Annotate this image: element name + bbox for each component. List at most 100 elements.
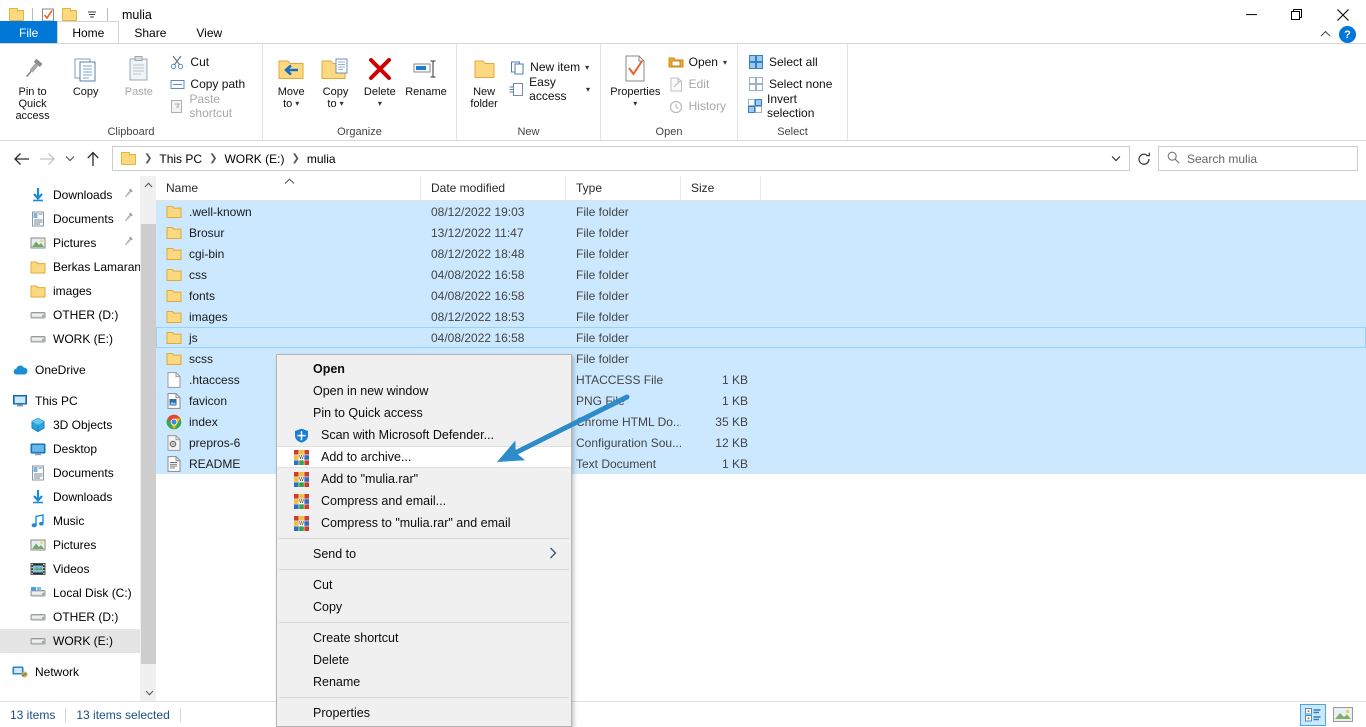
menu-item-copy[interactable]: Copy: [277, 596, 571, 618]
sidebar-item-berkas-lamaran[interactable]: Berkas Lamaran_: [0, 255, 140, 279]
new-folder-button[interactable]: New folder: [463, 48, 505, 110]
sort-ascending-icon: [284, 177, 295, 187]
easy-access-button[interactable]: Easy access ▾: [505, 75, 594, 103]
navigation-pane-scrollbar[interactable]: [140, 176, 157, 701]
pin-icon[interactable]: [123, 236, 134, 250]
address-dropdown-icon[interactable]: [1105, 155, 1127, 162]
breadcrumb-mulia[interactable]: mulia: [301, 147, 342, 170]
sidebar-item-pictures[interactable]: Pictures: [0, 533, 140, 557]
menu-item-cut[interactable]: Cut: [277, 574, 571, 596]
sidebar-item-network[interactable]: Network: [0, 660, 140, 684]
select-all-button[interactable]: Select all: [744, 51, 841, 73]
sidebar-item-videos[interactable]: Videos: [0, 557, 140, 581]
sidebar-item-work-e[interactable]: WORK (E:): [0, 629, 140, 653]
large-icons-view-button[interactable]: [1330, 704, 1356, 726]
sidebar-item-music[interactable]: Music: [0, 509, 140, 533]
sidebar-item-this-pc[interactable]: This PC: [0, 389, 140, 413]
menu-item-add-to-archive[interactable]: W Add to archive...: [277, 446, 571, 468]
tab-home[interactable]: Home: [57, 21, 120, 43]
address-bar[interactable]: ❯ This PC ❯ WORK (E:) ❯ mulia: [112, 146, 1130, 171]
sidebar-item-downloads[interactable]: Downloads: [0, 485, 140, 509]
column-header-name[interactable]: Name: [156, 175, 421, 201]
menu-item-properties[interactable]: Properties: [277, 702, 571, 724]
menu-item-compress-to-mulia-rar-and-email[interactable]: W Compress to "mulia.rar" and email: [277, 512, 571, 534]
back-button[interactable]: [8, 146, 34, 172]
pin-to-quick-access-button[interactable]: Pin to Quick access: [6, 48, 59, 122]
copy-icon: [72, 52, 100, 86]
chevron-down-icon[interactable]: ▾: [295, 98, 299, 110]
recent-locations-button[interactable]: [60, 146, 80, 172]
scroll-down-arrow[interactable]: [141, 684, 157, 701]
copy-button[interactable]: Copy: [59, 48, 112, 98]
open-button[interactable]: Open ▾: [664, 51, 731, 73]
scrollbar-thumb[interactable]: [141, 224, 157, 664]
column-header-size[interactable]: Size: [681, 175, 761, 201]
sidebar-item-documents[interactable]: Documents: [0, 461, 140, 485]
refresh-button[interactable]: [1130, 146, 1158, 171]
menu-item-pin-to-quick-access[interactable]: Pin to Quick access: [277, 402, 571, 424]
sidebar-item-images[interactable]: images: [0, 279, 140, 303]
sidebar-item-onedrive[interactable]: OneDrive: [0, 358, 140, 382]
forward-button[interactable]: [34, 146, 60, 172]
edit-button[interactable]: Edit: [664, 73, 731, 95]
table-row[interactable]: fonts 04/08/2022 16:58 File folder: [156, 285, 1366, 306]
menu-item-delete[interactable]: Delete: [277, 649, 571, 671]
chevron-down-icon[interactable]: ▾: [585, 63, 589, 72]
chevron-down-icon[interactable]: ▾: [723, 58, 727, 67]
delete-button[interactable]: Delete ▾: [358, 48, 402, 110]
sidebar-item-documents[interactable]: Documents: [0, 207, 140, 231]
sidebar-item-3d-objects[interactable]: 3D Objects: [0, 413, 140, 437]
pin-icon[interactable]: [123, 212, 134, 226]
chevron-down-icon[interactable]: ▾: [586, 85, 590, 94]
sidebar-item-work-e[interactable]: WORK (E:): [0, 327, 140, 351]
sidebar-item-other-d[interactable]: OTHER (D:): [0, 303, 140, 327]
tab-view[interactable]: View: [181, 21, 237, 43]
sidebar-item-other-d[interactable]: OTHER (D:): [0, 605, 140, 629]
menu-item-add-to-mulia-rar[interactable]: W Add to "mulia.rar": [277, 468, 571, 490]
sidebar-item-downloads[interactable]: Downloads: [0, 183, 140, 207]
move-to-button[interactable]: Move to ▾: [269, 48, 313, 110]
tab-share[interactable]: Share: [119, 21, 181, 43]
rename-button[interactable]: Rename: [402, 48, 450, 98]
paste-button[interactable]: Paste: [112, 48, 165, 98]
table-row[interactable]: cgi-bin 08/12/2022 18:48 File folder: [156, 243, 1366, 264]
column-header-type[interactable]: Type: [566, 175, 681, 201]
sidebar-item-local-disk-c[interactable]: Local Disk (C:): [0, 581, 140, 605]
pin-icon[interactable]: [123, 188, 134, 202]
up-button[interactable]: [80, 146, 106, 172]
breadcrumb-this-pc[interactable]: This PC: [153, 147, 208, 170]
file-date-cell: 08/12/2022 19:03: [431, 204, 525, 219]
menu-item-create-shortcut[interactable]: Create shortcut: [277, 627, 571, 649]
cut-button[interactable]: Cut: [165, 51, 256, 73]
search-box[interactable]: Search mulia: [1158, 146, 1358, 171]
menu-item-scan-with-microsoft-defender[interactable]: Scan with Microsoft Defender...: [277, 424, 571, 446]
invert-selection-button[interactable]: Invert selection: [744, 92, 841, 120]
menu-item-open-in-new-window[interactable]: Open in new window: [277, 380, 571, 402]
tab-file[interactable]: File: [0, 21, 58, 43]
table-row[interactable]: Brosur 13/12/2022 11:47 File folder: [156, 222, 1366, 243]
help-icon[interactable]: ?: [1339, 26, 1356, 43]
column-header-date-modified[interactable]: Date modified: [421, 175, 566, 201]
table-row[interactable]: css 04/08/2022 16:58 File folder: [156, 264, 1366, 285]
collapse-ribbon-icon[interactable]: [1320, 29, 1331, 41]
context-menu[interactable]: Open Open in new window Pin to Quick acces…: [276, 354, 572, 727]
menu-item-send-to[interactable]: Send to: [277, 543, 571, 565]
menu-item-compress-and-email[interactable]: W Compress and email...: [277, 490, 571, 512]
chevron-down-icon[interactable]: ▾: [340, 98, 344, 110]
table-row[interactable]: .well-known 08/12/2022 19:03 File folder: [156, 201, 1366, 222]
menu-item-rename[interactable]: Rename: [277, 671, 571, 693]
breadcrumb-work-e[interactable]: WORK (E:): [218, 147, 290, 170]
menu-item-open[interactable]: Open: [277, 358, 571, 380]
sidebar-item-pictures[interactable]: Pictures: [0, 231, 140, 255]
paste-shortcut-button[interactable]: Paste shortcut: [165, 92, 256, 120]
details-view-button[interactable]: [1300, 703, 1326, 726]
chevron-down-icon[interactable]: ▾: [378, 98, 382, 110]
history-button[interactable]: History: [664, 95, 731, 117]
sidebar-item-desktop[interactable]: Desktop: [0, 437, 140, 461]
table-row[interactable]: images 08/12/2022 18:53 File folder: [156, 306, 1366, 327]
copy-to-button[interactable]: Copy to ▾: [313, 48, 357, 110]
scroll-up-arrow[interactable]: [141, 176, 156, 193]
chevron-down-icon[interactable]: ▾: [633, 98, 637, 110]
properties-button[interactable]: Properties ▾: [607, 48, 664, 110]
table-row[interactable]: js 04/08/2022 16:58 File folder: [156, 327, 1366, 348]
